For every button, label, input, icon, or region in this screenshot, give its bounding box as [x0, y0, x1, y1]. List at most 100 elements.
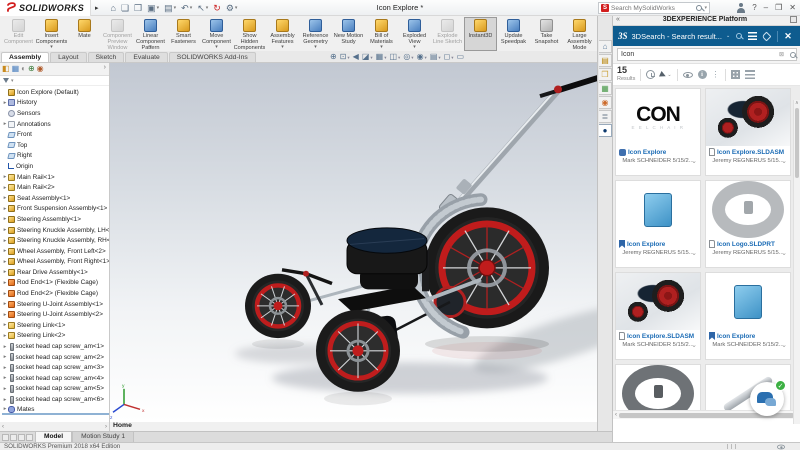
- displaymanager-tab[interactable]: ◉: [37, 63, 44, 75]
- view-settings-button[interactable]: ◻▾: [444, 51, 454, 64]
- zoom-to-area-button[interactable]: ⊡▾: [340, 51, 350, 64]
- custom-properties-tab[interactable]: ≣: [599, 110, 612, 123]
- grid-view-icon[interactable]: [731, 70, 740, 79]
- dropdown-caret-icon[interactable]: ▾: [281, 44, 284, 50]
- info-icon[interactable]: [698, 70, 707, 79]
- open-button[interactable]: ❒▾: [132, 1, 144, 15]
- scroll-right-icon[interactable]: ›: [105, 424, 107, 430]
- minimize-button[interactable]: –: [764, 0, 768, 16]
- view-palette-tab[interactable]: ▦: [599, 82, 612, 95]
- ribbon-button[interactable]: Update Speedpak ▾: [497, 17, 530, 51]
- clear-search-icon[interactable]: ⊠: [779, 51, 784, 58]
- feature-tree-item[interactable]: Wheel Assembly, Front Left<2>: [2, 246, 109, 257]
- selection-mode-button[interactable]: ⌄: [660, 72, 671, 78]
- feature-tree-item[interactable]: Steering Assembly<1>: [2, 214, 109, 225]
- ribbon-button[interactable]: Reference Geometry ▾: [299, 17, 332, 51]
- feature-tree-item[interactable]: socket head cap screw_am<2>: [2, 352, 109, 363]
- menu-icon[interactable]: [748, 32, 757, 40]
- result-title-link[interactable]: Icon Explore.SLDASM: [717, 149, 784, 156]
- feature-tree-item[interactable]: Rod End<2> (Flexible Cage): [2, 288, 109, 299]
- comments-button[interactable]: ▭▾: [457, 51, 465, 63]
- feature-tree-item[interactable]: History: [2, 98, 109, 109]
- result-title-link[interactable]: Icon Explore: [627, 241, 665, 248]
- close-panel-icon[interactable]: ✕: [784, 31, 792, 42]
- more-options-icon[interactable]: ⋮: [712, 70, 720, 79]
- ribbon-button[interactable]: Exploded View ▾: [398, 17, 431, 51]
- design-library-tab[interactable]: ▤: [599, 54, 612, 67]
- undo-button[interactable]: ↶▾: [179, 1, 194, 15]
- feature-tree-item[interactable]: Origin: [2, 161, 109, 172]
- feature-tree-item[interactable]: Wheel Assembly, Front Right<1>: [2, 257, 109, 268]
- ribbon-button[interactable]: Insert Components ▾: [35, 17, 68, 51]
- dimxpertmanager-tab[interactable]: ⊕: [28, 63, 35, 75]
- result-title-link[interactable]: Icon Explore: [628, 149, 666, 156]
- expand-arrow-icon[interactable]: [2, 386, 8, 392]
- 3dexperience-chat-widget[interactable]: ✓: [750, 382, 784, 416]
- ribbon-button[interactable]: Linear Component Pattern ▾: [134, 17, 167, 51]
- ribbon-button[interactable]: Move Component ▾: [200, 17, 233, 51]
- feature-tree-item[interactable]: Icon Explore (Default): [2, 87, 109, 98]
- expand-arrow-icon[interactable]: [2, 344, 8, 350]
- ribbon-button[interactable]: Mate ▾: [68, 17, 101, 51]
- ribbon-button[interactable]: Edit Component ▾: [2, 17, 35, 51]
- feature-tree-item[interactable]: Sensors: [2, 108, 109, 119]
- history-icon[interactable]: [646, 70, 655, 79]
- display-style-button[interactable]: ◫▾: [389, 51, 400, 64]
- restore-button[interactable]: ❒: [775, 0, 782, 16]
- user-account-button[interactable]: [736, 3, 745, 13]
- expand-arrow-icon[interactable]: [2, 365, 8, 371]
- dropdown-caret-icon[interactable]: ▾: [149, 44, 152, 50]
- options-button[interactable]: ⚙▾: [224, 1, 240, 15]
- hide-show-items-button[interactable]: ◎▾: [403, 51, 413, 64]
- propertymanager-tab[interactable]: ▦: [12, 63, 20, 75]
- study-tab[interactable]: Model: [35, 432, 72, 442]
- search-result-tile[interactable]: Icon Explore.SLDASM Mark SCHNEIDER 5/15/…: [615, 272, 701, 360]
- 3dexperience-tab[interactable]: ●: [599, 124, 612, 137]
- feature-tree-item[interactable]: Right: [2, 151, 109, 162]
- tree-filter-row[interactable]: ▾: [0, 76, 109, 86]
- view-orientation-button[interactable]: ▦▾: [376, 51, 387, 64]
- feature-tree-item[interactable]: socket head cap screw_am<4>: [2, 373, 109, 384]
- mysolidworks-search[interactable]: S ▾: [598, 2, 710, 14]
- feature-tree-item[interactable]: Rod End<1> (Flexible Cage): [2, 278, 109, 289]
- dropdown-caret-icon[interactable]: ▾: [215, 44, 218, 50]
- feature-tree-item[interactable]: socket head cap screw_am<5>: [2, 384, 109, 395]
- feature-tree-item[interactable]: Top: [2, 140, 109, 151]
- search-result-tile[interactable]: CON E E L C H A I R Icon Explore Mark SC…: [615, 88, 701, 176]
- feature-tree-item[interactable]: Rear Drive Assembly<1>: [2, 267, 109, 278]
- feature-tree-item[interactable]: Front: [2, 129, 109, 140]
- ribbon-tab[interactable]: Sketch: [88, 52, 125, 62]
- mysolidworks-search-input[interactable]: [611, 5, 694, 12]
- configurationmanager-tab[interactable]: ◐: [21, 63, 26, 75]
- ribbon-button[interactable]: Take Snapshot ▾: [530, 17, 563, 51]
- print-button[interactable]: ▤▾: [162, 1, 178, 15]
- ribbon-tab[interactable]: Assembly: [1, 52, 49, 62]
- search-result-tile[interactable]: Icon Logo.SLDPRT Mark SCHNEIDER 5/15/2..…: [615, 364, 701, 410]
- study-tab[interactable]: Motion Study 1: [72, 432, 134, 442]
- edit-appearance-button[interactable]: ◉▾: [417, 51, 427, 64]
- feature-tree-item[interactable]: Steering U-Joint Assembly<1>: [2, 299, 109, 310]
- search-result-tile[interactable]: Icon Logo.SLDPRT Jeremy REGNERUS 5/15...: [705, 180, 791, 268]
- ribbon-button[interactable]: New Motion Study ▾: [332, 17, 365, 51]
- featuremanager-tab[interactable]: ◧: [2, 63, 10, 75]
- results-vertical-scrollbar[interactable]: [793, 100, 800, 424]
- ribbon-button[interactable]: Large Assembly Mode ▾: [563, 17, 596, 51]
- feature-tree-item[interactable]: Seat Assembly<1>: [2, 193, 109, 204]
- help-button[interactable]: ?: [752, 0, 756, 16]
- ribbon-button[interactable]: Smart Fasteners ▾: [167, 17, 200, 51]
- feature-tree-item[interactable]: Main Rail<1>: [2, 172, 109, 183]
- scroll-left-icon[interactable]: ‹: [2, 424, 4, 430]
- search-result-tile[interactable]: Icon Explore Jeremy REGNERUS 5/15...: [615, 180, 701, 268]
- expand-arrow-icon[interactable]: [2, 375, 8, 381]
- search-submit-icon[interactable]: [790, 52, 796, 58]
- feature-tree-item[interactable]: socket head cap screw_am<1>: [2, 341, 109, 352]
- dropdown-caret-icon[interactable]: ▾: [50, 44, 53, 50]
- result-title-link[interactable]: Icon Logo.SLDPRT: [717, 241, 775, 248]
- rebuild-button[interactable]: ↻▾: [211, 1, 223, 15]
- panel-chevron-icon[interactable]: ⌄: [726, 33, 730, 39]
- tab-scroll-buttons[interactable]: [0, 432, 35, 442]
- feature-tree-item[interactable]: Main Rail<2>: [2, 182, 109, 193]
- ribbon-tab[interactable]: Layout: [50, 52, 86, 62]
- graphics-viewport[interactable]: y x z: [110, 63, 597, 422]
- preview-icon[interactable]: [683, 72, 693, 78]
